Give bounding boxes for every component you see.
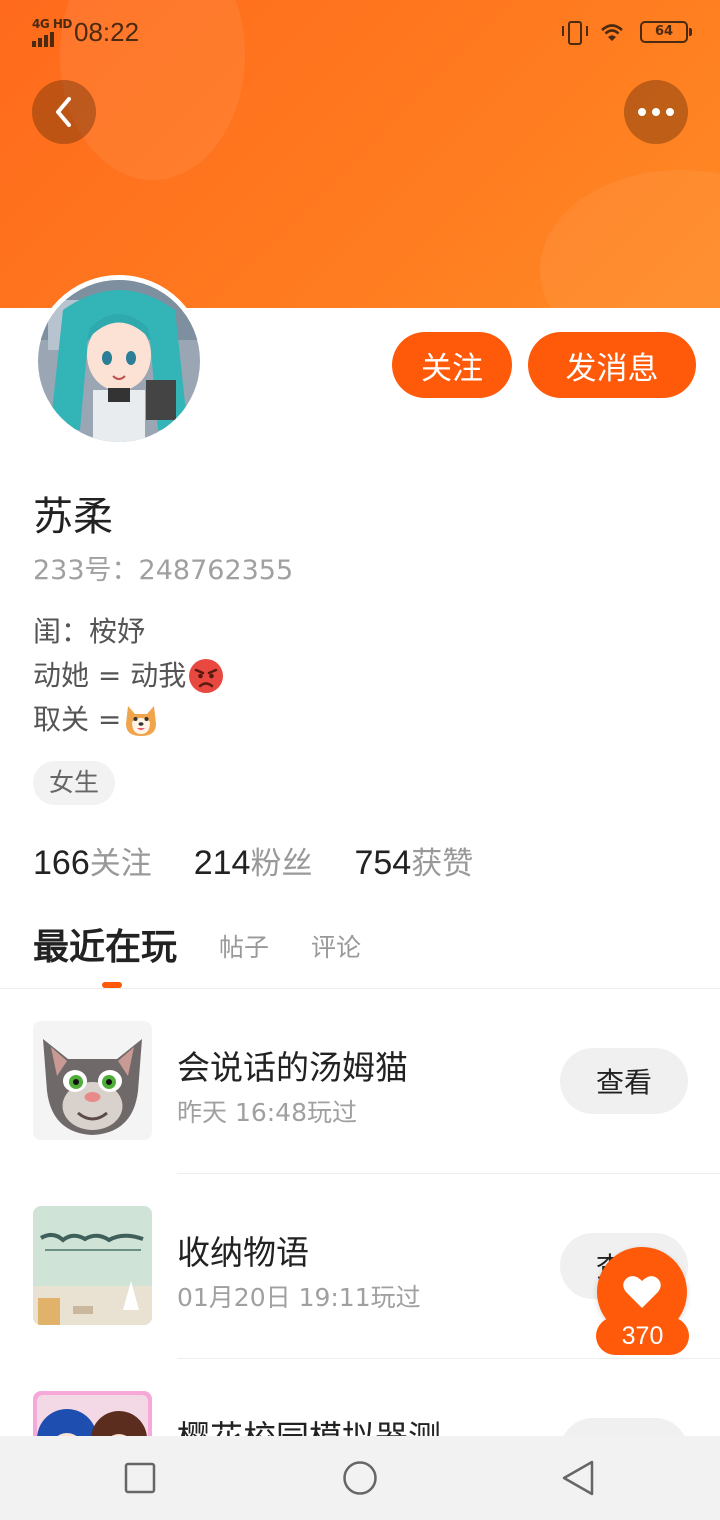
tab-posts[interactable]: 帖子 — [219, 928, 269, 970]
game-title: 收纳物语 — [177, 1233, 309, 1272]
send-message-button[interactable]: 发消息 — [528, 332, 696, 398]
bio-line-1: 闺：桉妤 — [33, 610, 224, 654]
view-button[interactable]: 查看 — [560, 1048, 688, 1114]
game-icon-storage-story — [33, 1206, 152, 1325]
signal-icon — [32, 32, 72, 47]
network-indicator: 4G HD — [32, 18, 72, 47]
bio-line-2-text: 动她 = 动我 — [33, 659, 187, 692]
gender-tag: 女生 — [33, 761, 116, 805]
angry-face-emoji-icon — [189, 659, 224, 693]
tab-recently-played[interactable]: 最近在玩 — [33, 918, 177, 970]
username: 苏柔 — [33, 494, 113, 540]
profile-stats: 166 关注 214 粉丝 754 获赞 — [33, 838, 515, 883]
follow-button[interactable]: 关注 — [392, 332, 512, 398]
wifi-icon — [601, 24, 623, 41]
heart-icon — [623, 1276, 661, 1308]
bio-line-3-text: 取关 = — [33, 703, 122, 736]
recent-apps-button[interactable] — [80, 1436, 200, 1520]
avatar[interactable] — [33, 275, 205, 447]
like-count-badge: 370 — [596, 1317, 689, 1355]
stat-likes-count: 754 — [354, 844, 412, 882]
triangle-back-icon — [562, 1460, 594, 1496]
divider — [0, 988, 720, 989]
bio: 闺：桉妤 动她 = 动我 取关 = — [33, 610, 224, 742]
system-nav-bar — [0, 1436, 720, 1520]
back-nav-button[interactable] — [518, 1436, 638, 1520]
more-button[interactable] — [624, 80, 688, 144]
list-item[interactable]: 会说话的汤姆猫 昨天 16:48玩过 查看 — [0, 1021, 720, 1207]
game-played-time: 01月20日 19:11玩过 — [177, 1283, 421, 1312]
user-id: 233号：248762355 — [33, 548, 293, 587]
stat-likes-label: 获赞 — [411, 846, 474, 882]
divider — [177, 1173, 720, 1174]
user-id-label: 233号： — [33, 555, 139, 586]
stat-following-label: 关注 — [89, 846, 152, 882]
home-button[interactable] — [300, 1436, 420, 1520]
profile-tabs: 最近在玩 帖子 评论 — [33, 918, 403, 970]
chevron-left-icon — [56, 97, 71, 127]
clock: 08:22 — [74, 17, 140, 47]
shiba-dog-emoji-icon — [126, 706, 157, 736]
stat-following[interactable]: 166 关注 — [33, 838, 152, 883]
bio-line-1-text: 闺：桉妤 — [33, 615, 146, 648]
circle-icon — [343, 1461, 377, 1495]
bio-line-3: 取关 = — [33, 698, 224, 742]
stat-fans-count: 214 — [193, 844, 251, 882]
bio-line-2: 动她 = 动我 — [33, 654, 224, 698]
more-dots-icon — [638, 108, 674, 116]
status-bar: 4G HD 08:22 64 — [0, 0, 720, 64]
game-icon-talking-tom — [33, 1021, 152, 1140]
stat-fans[interactable]: 214 粉丝 — [194, 838, 313, 883]
network-label: 4G HD — [32, 17, 72, 31]
battery-icon: 64 — [640, 21, 692, 43]
stat-following-count: 166 — [33, 844, 90, 882]
user-id-value: 248762355 — [138, 555, 294, 586]
back-button[interactable] — [32, 80, 96, 144]
vibrate-icon — [562, 20, 588, 45]
stat-fans-label: 粉丝 — [250, 846, 313, 882]
square-icon — [124, 1462, 156, 1494]
game-played-time: 昨天 16:48玩过 — [177, 1098, 357, 1127]
divider — [177, 1358, 720, 1359]
anime-girl-avatar-image — [38, 280, 200, 442]
stat-likes[interactable]: 754 获赞 — [354, 838, 473, 883]
tab-comments[interactable]: 评论 — [311, 928, 361, 970]
game-title: 会说话的汤姆猫 — [177, 1048, 408, 1087]
